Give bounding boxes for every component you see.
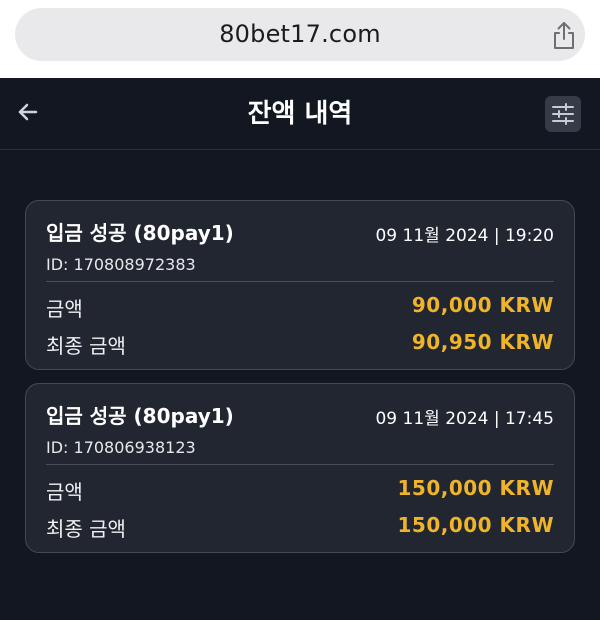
sliders-icon [552, 103, 574, 125]
transaction-id: ID: 170808972383 [46, 255, 196, 274]
filter-button[interactable] [545, 96, 581, 132]
transaction-card[interactable]: 입금 성공 (80pay1) 09 11월 2024 | 17:45 ID: 1… [25, 383, 575, 553]
final-amount-label: 최종 금액 [46, 334, 126, 358]
amount-value: 150,000 KRW [397, 476, 554, 500]
final-amount-value: 90,950 KRW [411, 330, 554, 354]
address-bar[interactable]: 80bet17.com [15, 8, 585, 61]
amount-label: 금액 [46, 297, 83, 321]
final-amount-value: 150,000 KRW [397, 513, 554, 537]
page-title: 잔액 내역 [247, 99, 353, 129]
transaction-title: 입금 성공 (80pay1) [46, 404, 234, 428]
divider [46, 464, 554, 465]
browser-bar: 80bet17.com [0, 0, 600, 78]
amount-value: 90,000 KRW [411, 293, 554, 317]
app-header: 잔액 내역 [0, 78, 600, 150]
amount-label: 금액 [46, 480, 83, 504]
final-amount-label: 최종 금액 [46, 517, 126, 541]
balance-history-screen: 잔액 내역 입금 성공 (80pay1) 09 11월 2024 | 19:20… [0, 78, 600, 620]
transaction-date: 09 11월 2024 | 19:20 [375, 226, 554, 246]
transaction-date: 09 11월 2024 | 17:45 [375, 409, 554, 429]
url-text[interactable]: 80bet17.com [15, 8, 585, 61]
transaction-card[interactable]: 입금 성공 (80pay1) 09 11월 2024 | 19:20 ID: 1… [25, 200, 575, 370]
transaction-id: ID: 170806938123 [46, 438, 196, 457]
transaction-title: 입금 성공 (80pay1) [46, 221, 234, 245]
share-icon[interactable] [550, 20, 578, 50]
divider [46, 281, 554, 282]
